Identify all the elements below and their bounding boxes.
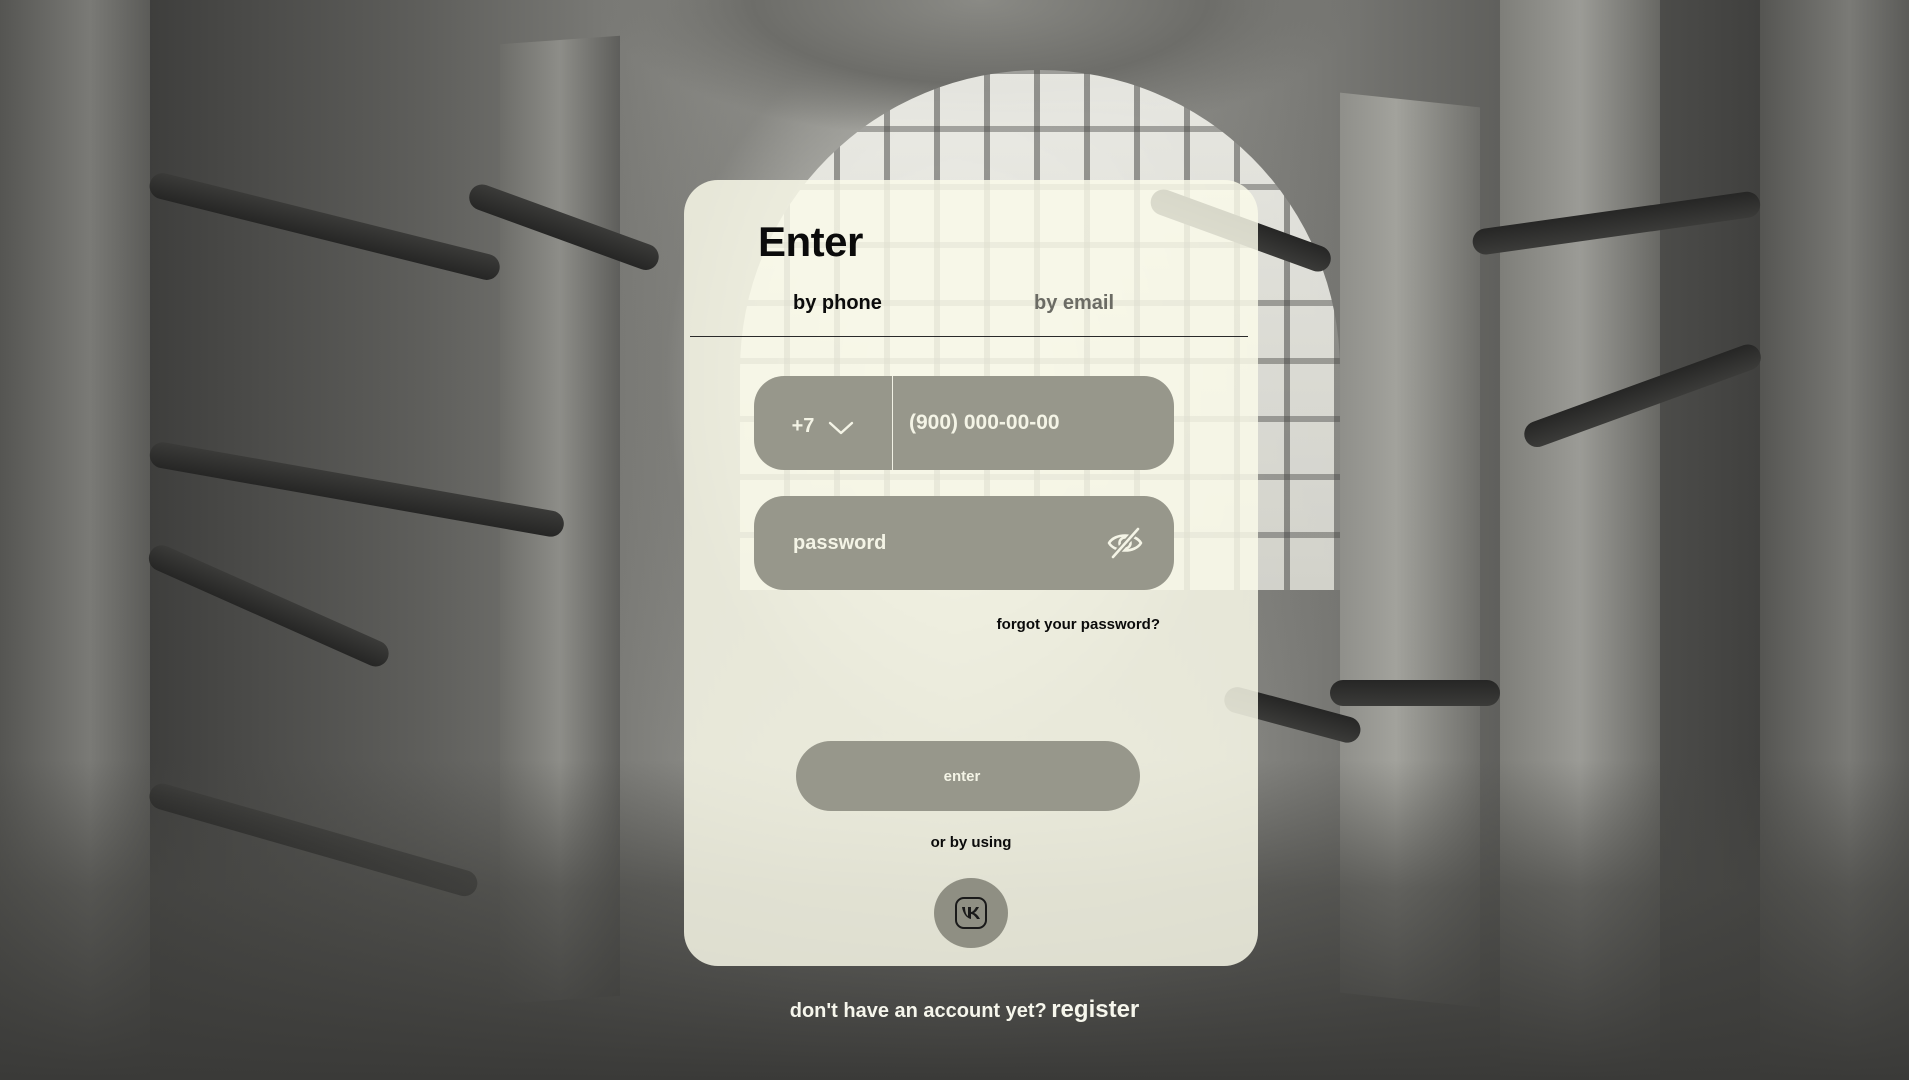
password-field-group [754, 496, 1174, 590]
phone-field-group: +7 [754, 376, 1174, 470]
login-method-tabs: by phone by email [690, 292, 1248, 337]
phone-input[interactable] [909, 376, 1159, 470]
eye-slash-icon[interactable] [1106, 525, 1144, 561]
page-title: Enter [758, 218, 863, 265]
register-link[interactable]: register [1051, 996, 1139, 1023]
country-code-value: +7 [791, 414, 815, 437]
register-prompt: don't have an account yet? register [0, 996, 1909, 1024]
no-account-text: don't have an account yet? [789, 1000, 1047, 1022]
enter-button[interactable]: enter [796, 741, 1140, 811]
tab-by-email[interactable]: by email [1034, 292, 1114, 315]
forgot-password-link[interactable]: forgot your password? [997, 616, 1160, 633]
vk-icon [955, 897, 987, 929]
vk-login-button[interactable] [934, 878, 1008, 948]
country-code-select[interactable]: +7 [754, 376, 893, 470]
alt-login-label: or by using [930, 834, 1012, 851]
tab-by-phone[interactable]: by phone [793, 292, 882, 315]
password-input[interactable] [793, 496, 1093, 590]
login-screen: Enter by phone by email +7 forgot y [0, 0, 1909, 1080]
login-card: Enter by phone by email +7 forgot y [684, 180, 1258, 966]
chevron-down-icon [829, 421, 854, 435]
background-arm [1330, 680, 1500, 706]
